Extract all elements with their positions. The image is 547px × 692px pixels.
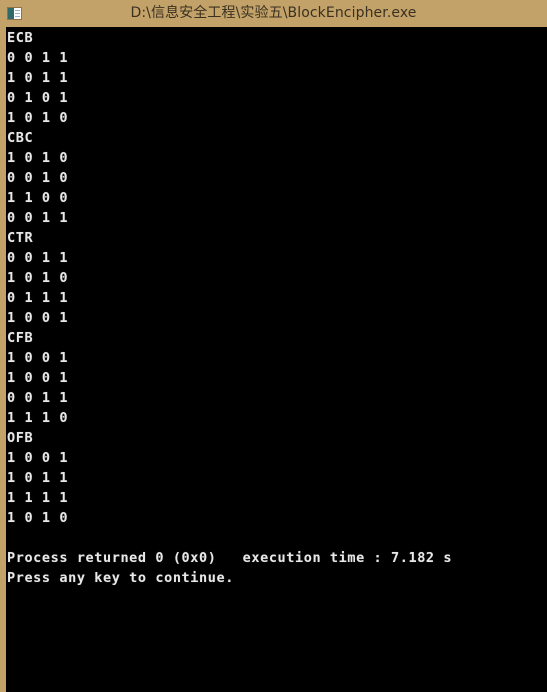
console-window: D:\信息安全工程\实验五\BlockEncipher.exe ECB 0 0 … — [0, 0, 547, 692]
title-bar[interactable]: D:\信息安全工程\实验五\BlockEncipher.exe — [0, 0, 547, 27]
console-app-icon-lines — [15, 10, 20, 11]
console-app-icon[interactable] — [7, 7, 22, 20]
console-output-area[interactable]: ECB 0 0 1 1 1 0 1 1 0 1 0 1 1 0 1 0 CBC … — [6, 27, 547, 692]
window-title: D:\信息安全工程\实验五\BlockEncipher.exe — [130, 5, 417, 21]
console-output-text: ECB 0 0 1 1 1 0 1 1 0 1 0 1 1 0 1 0 CBC … — [7, 30, 453, 586]
console-app-icon-left — [8, 8, 14, 19]
